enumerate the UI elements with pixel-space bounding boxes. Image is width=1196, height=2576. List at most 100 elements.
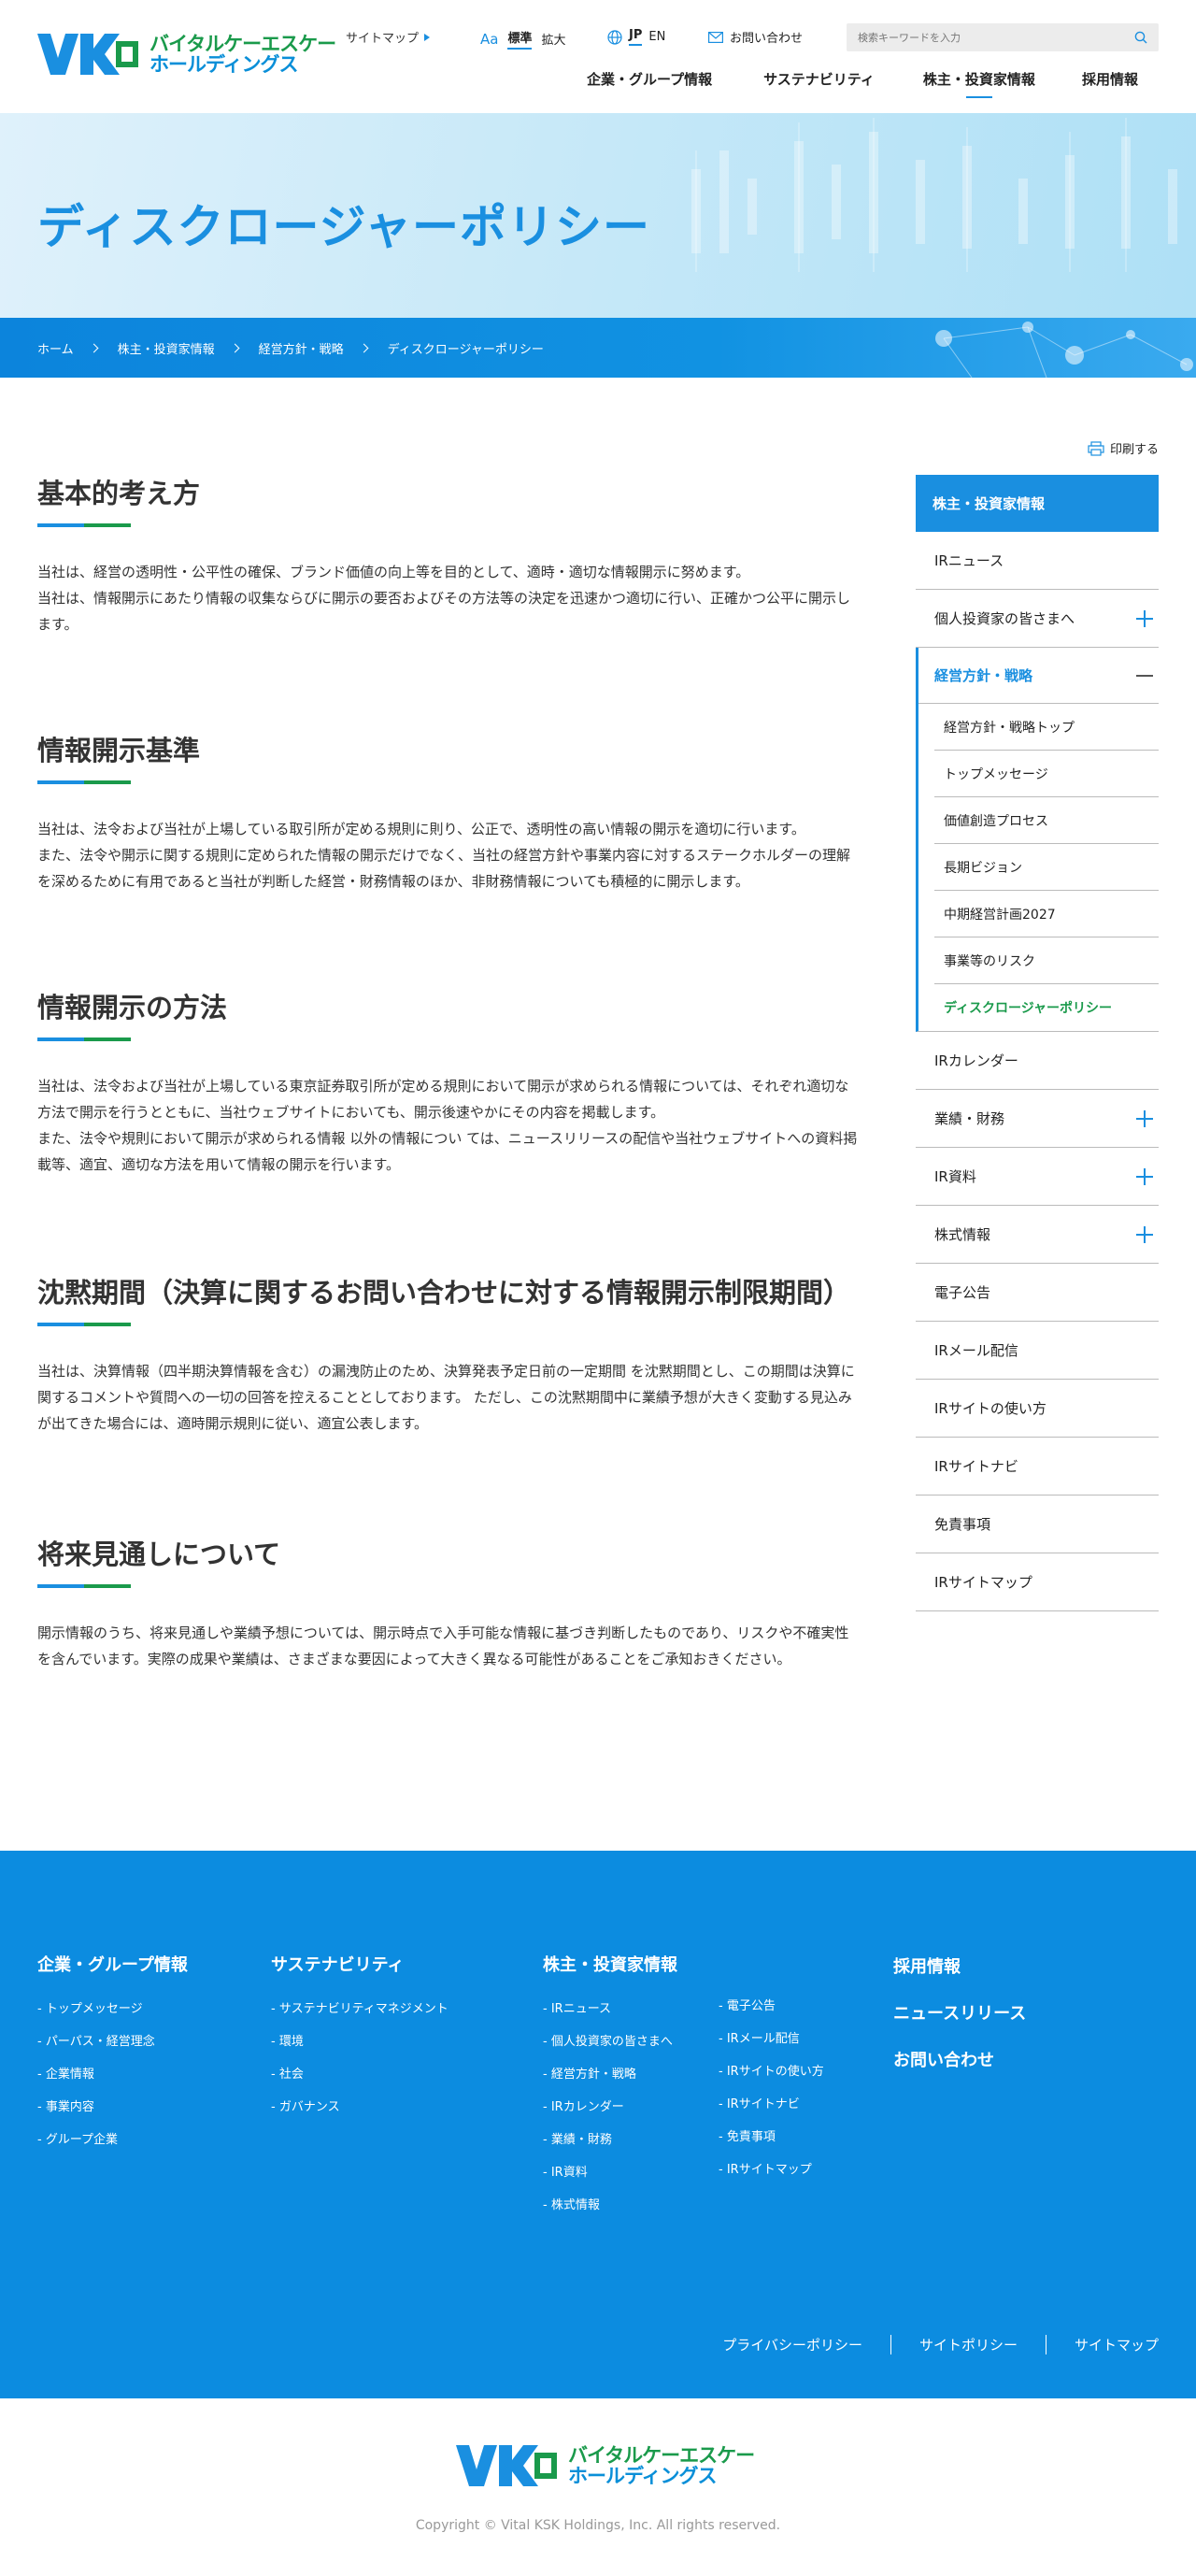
search-icon[interactable]: [1134, 31, 1147, 44]
print-button[interactable]: 印刷する: [1088, 439, 1159, 457]
footer-link[interactable]: 経営方針・戦略: [543, 2058, 677, 2091]
sidebar-subitem-value-creation[interactable]: 価値創造プロセス: [934, 797, 1159, 844]
section-disclosure-standard: 情報開示基準 当社は、法令および当社が上場している取引所が定める規則に則り、公正…: [37, 732, 861, 894]
sidebar-subitem-top-message[interactable]: トップメッセージ: [934, 751, 1159, 797]
footer-link[interactable]: IRサイトの使い方: [719, 2055, 824, 2088]
footer-link[interactable]: 個人投資家の皆さまへ: [543, 2025, 677, 2058]
search-box: [847, 23, 1159, 51]
font-standard-button[interactable]: 標準: [507, 28, 533, 50]
sidebar-item-stock-info[interactable]: 株式情報: [916, 1206, 1159, 1264]
lang-jp-button[interactable]: JP: [629, 28, 643, 46]
breadcrumb-strategy[interactable]: 経営方針・戦略: [259, 339, 344, 357]
global-nav: 企業・グループ情報 サステナビリティ 株主・投資家情報 採用情報: [587, 69, 1138, 98]
plus-icon[interactable]: [1136, 610, 1153, 627]
footer-link[interactable]: IRサイトマップ: [719, 2154, 824, 2186]
gnav-item-corporate[interactable]: 企業・グループ情報: [587, 69, 712, 98]
footer-link[interactable]: サステナビリティマネジメント: [271, 1993, 448, 2025]
sidebar-item-ir-mail[interactable]: IRメール配信: [916, 1322, 1159, 1380]
sidebar-item-label: IRサイトの使い方: [934, 1400, 1046, 1417]
sidebar-group-label: 経営方針・戦略: [934, 667, 1033, 684]
footer-link[interactable]: 環境: [271, 2025, 448, 2058]
footer-link[interactable]: 電子公告: [719, 1990, 824, 2023]
sidebar-item-ir-news[interactable]: IRニュース: [916, 532, 1159, 590]
logo-text-line1: バイタルケーエスケー: [568, 2444, 755, 2467]
footer-link[interactable]: 免責事項: [719, 2121, 824, 2154]
footer-link[interactable]: IRメール配信: [719, 2023, 824, 2055]
footer-link[interactable]: 社会: [271, 2058, 448, 2091]
search-input[interactable]: [858, 31, 1134, 44]
sidebar-item-ir-materials[interactable]: IR資料: [916, 1148, 1159, 1206]
sidebar-heading[interactable]: 株主・投資家情報: [916, 475, 1159, 532]
minus-icon[interactable]: [1136, 667, 1153, 684]
contact-label: お問い合わせ: [730, 32, 804, 46]
plus-icon[interactable]: [1136, 1110, 1153, 1127]
footer-link[interactable]: グループ企業: [37, 2124, 188, 2156]
breadcrumb-bar: ホーム 株主・投資家情報 経営方針・戦略 ディスクロージャーポリシー: [0, 318, 1196, 378]
site-policy-link[interactable]: サイトポリシー: [890, 2335, 1046, 2354]
footer-heading[interactable]: 株主・投資家情報: [543, 1952, 677, 1976]
gnav-item-ir[interactable]: 株主・投資家情報: [923, 69, 1035, 98]
sidebar-item-label: IRメール配信: [934, 1342, 1018, 1359]
print-label: 印刷する: [1109, 443, 1159, 457]
arrow-right-icon: [424, 33, 431, 41]
footer-link[interactable]: 株式情報: [543, 2189, 677, 2222]
sidebar-item-individual-investors[interactable]: 個人投資家の皆さまへ: [916, 590, 1159, 648]
sidebar-item-label: 株式情報: [934, 1226, 991, 1243]
sidebar-group-strategy: 経営方針・戦略 経営方針・戦略トップ トップメッセージ 価値創造プロセス 長期ビ…: [916, 648, 1159, 1032]
section-body: 当社は、決算情報（四半期決算情報を含む）の漏洩防止のため、決算発表予定日前の一定…: [37, 1363, 855, 1432]
footer-link[interactable]: ガバナンス: [271, 2091, 448, 2124]
sidebar-item-label: 業績・財務: [934, 1110, 1005, 1127]
footer-link[interactable]: 事業内容: [37, 2091, 188, 2124]
footer-link[interactable]: IRニュース: [543, 1993, 677, 2025]
sidebar-item-label: 個人投資家の皆さまへ: [934, 610, 1075, 627]
gnav-item-recruit[interactable]: 採用情報: [1082, 69, 1138, 98]
font-large-button[interactable]: 拡大: [541, 30, 565, 48]
sidebar-item-e-notice[interactable]: 電子公告: [916, 1264, 1159, 1322]
mail-icon: [708, 31, 723, 43]
footer-link[interactable]: トップメッセージ: [37, 1993, 188, 2025]
plus-icon[interactable]: [1136, 1226, 1153, 1243]
footer-link[interactable]: 企業情報: [37, 2058, 188, 2091]
footer-link[interactable]: 業績・財務: [543, 2124, 677, 2156]
footer-heading[interactable]: サステナビリティ: [271, 1952, 448, 1976]
footer-logo[interactable]: バイタルケーエスケー ホールディングス: [456, 2444, 755, 2486]
footer-link[interactable]: IRカレンダー: [543, 2091, 677, 2124]
vksk-logo-mark-icon: [37, 34, 138, 75]
gnav-item-sustainability[interactable]: サステナビリティ: [763, 69, 875, 98]
footer-link[interactable]: パーパス・経営理念: [37, 2025, 188, 2058]
sidebar-item-disclaimer[interactable]: 免責事項: [916, 1496, 1159, 1553]
globe-icon: [607, 29, 622, 45]
sidebar-item-performance[interactable]: 業績・財務: [916, 1090, 1159, 1148]
footer-link[interactable]: IR資料: [543, 2156, 677, 2189]
plus-icon[interactable]: [1136, 1168, 1153, 1185]
breadcrumb-home[interactable]: ホーム: [37, 339, 74, 357]
sitemap-footer-link[interactable]: サイトマップ: [1045, 2335, 1159, 2354]
footer-link[interactable]: IRサイトナビ: [719, 2088, 824, 2121]
sidebar-item-ir-sitemap[interactable]: IRサイトマップ: [916, 1553, 1159, 1611]
privacy-policy-link[interactable]: プライバシーポリシー: [694, 2335, 890, 2354]
sitemap-link[interactable]: サイトマップ: [346, 28, 431, 46]
footer-col-ir: 株主・投資家情報 IRニュース 個人投資家の皆さまへ 経営方針・戦略 IRカレン…: [543, 1952, 677, 2222]
breadcrumb-ir[interactable]: 株主・投資家情報: [118, 339, 215, 357]
sidebar-item-how-to-use[interactable]: IRサイトの使い方: [916, 1380, 1159, 1438]
section-basic-policy: 基本的考え方 当社は、経営の透明性・公平性の確保、ブランド価値の向上等を目的とし…: [37, 475, 861, 637]
sidebar-item-ir-calendar[interactable]: IRカレンダー: [916, 1032, 1159, 1090]
chevron-right-icon: [230, 343, 240, 352]
sidebar-item-ir-navi[interactable]: IRサイトナビ: [916, 1438, 1159, 1496]
footer-heading[interactable]: 企業・グループ情報: [37, 1952, 188, 1976]
lang-en-button[interactable]: EN: [648, 30, 665, 44]
contact-link[interactable]: お問い合わせ: [708, 28, 803, 46]
heading-underline: [37, 1038, 131, 1041]
sidebar-subitem-long-term-vision[interactable]: 長期ビジョン: [934, 844, 1159, 891]
section-body: 当社は、法令および当社が上場している東京証券取引所が定める規則において開示が求め…: [37, 1078, 858, 1173]
sidebar-subitem-strategy-top[interactable]: 経営方針・戦略トップ: [934, 704, 1159, 751]
heading-underline: [37, 1323, 131, 1326]
sidebar-item-label: IRカレンダー: [934, 1052, 1018, 1069]
sidebar-subitem-disclosure-policy[interactable]: ディスクロージャーポリシー: [934, 984, 1159, 1031]
sidebar-group-header[interactable]: 経営方針・戦略: [918, 648, 1159, 704]
sidebar-subitem-business-risks[interactable]: 事業等のリスク: [934, 937, 1159, 984]
font-size-icon: Aa: [480, 30, 499, 48]
sidebar-item-label: 電子公告: [934, 1284, 991, 1301]
sidebar-subitem-mid-term-plan[interactable]: 中期経営計画2027: [934, 891, 1159, 937]
site-logo[interactable]: バイタルケーエスケー ホールディングス: [37, 34, 336, 75]
